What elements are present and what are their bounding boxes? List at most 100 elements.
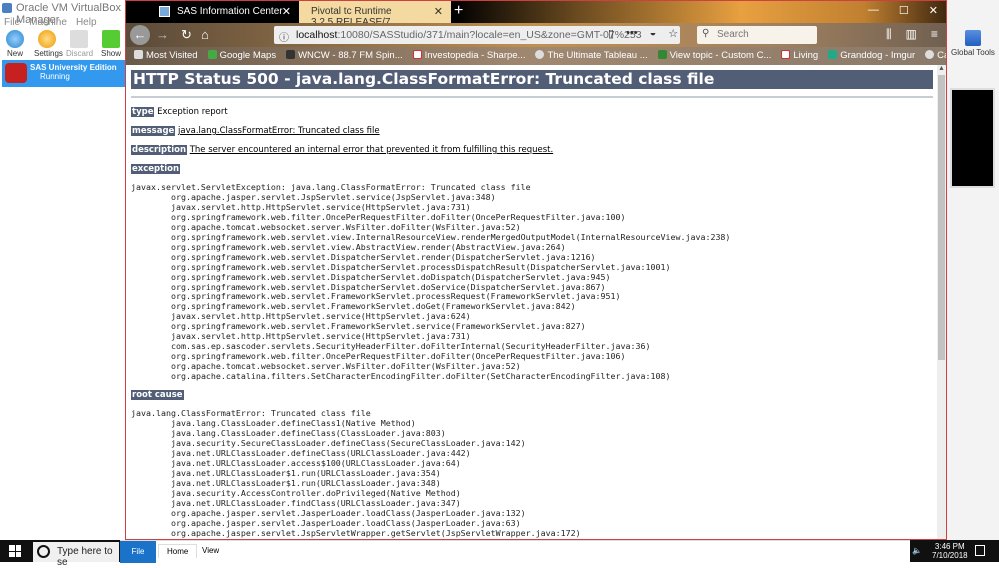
bookmark[interactable]: Living [781,50,818,65]
page-title: HTTP Status 500 - java.lang.ClassFormatE… [131,70,933,89]
close-tab-icon[interactable]: ✕ [434,5,443,18]
minimize-icon[interactable]: — [868,4,879,17]
explorer-ribbon: File Home View [120,540,910,563]
menu-file[interactable]: File [4,17,20,28]
message-value: java.lang.ClassFormatError: Truncated cl… [178,126,380,136]
scroll-up-icon[interactable]: ▲ [938,65,945,72]
taskbar-search-input[interactable]: Type here to se [33,542,119,568]
more-icon[interactable]: ••• [626,27,638,40]
ribbon-tab-view[interactable]: View [194,544,227,557]
search-input[interactable]: ⚲ Search [697,26,817,44]
label: Most Visited [146,50,198,61]
vm-preview [950,88,995,188]
ribbon-tab-home[interactable]: Home [158,544,198,558]
clock[interactable]: 3:46 PM 7/10/2018 [932,542,968,560]
bookmark[interactable]: Granddog - Imgur [828,50,915,65]
label: Google Maps [219,50,277,61]
bookmark[interactable]: Investopedia - Sharpe... [412,50,525,65]
arrow-right-icon [102,30,120,48]
browser-window: SAS Information Center ✕ Pivotal tc Runti… [125,0,947,540]
label: View topic - Custom C... [669,50,772,61]
search-placeholder: Type here to se [57,546,113,568]
label: Living [793,50,819,61]
notifications-icon[interactable] [975,545,985,556]
discard-button[interactable]: Discard [66,30,94,58]
exception-stack-trace: javax.servlet.ServletException: java.lan… [131,182,731,382]
url-path: :10080/SASStudio/371/main?locale=en_US&z… [337,29,642,41]
taskbar: Type here to se [0,540,120,568]
menu-help[interactable]: Help [76,17,97,28]
close-icon[interactable]: ✕ [929,4,938,17]
menu-machine[interactable]: Machine [29,17,67,28]
label: Category:Neighborho... [937,50,946,61]
type-value: Exception report [157,107,228,117]
page-content: HTTP Status 500 - java.lang.ClassFormatE… [126,65,939,539]
search-placeholder: Search [717,29,749,40]
bookmark[interactable]: Category:Neighborho... [925,50,946,65]
vm-name: SAS University Edition [30,63,117,72]
home-icon[interactable]: ⌂ [201,27,209,42]
bookmark[interactable]: WNCW - 88.7 FM Spin... [286,50,403,65]
virtualbox-icon [2,3,12,13]
vm-status: Running [40,72,70,81]
menu-icon[interactable]: ≡ [931,27,938,42]
label: Global Tools [951,48,995,57]
bookmark[interactable]: View topic - Custom C... [657,50,772,65]
vm-icon [5,63,27,83]
reader-view-icon[interactable]: ▯ [608,27,614,40]
label: Discard [66,49,94,58]
back-icon[interactable]: ← [130,25,150,45]
description-label: description [131,145,188,155]
exception-label: exception [131,164,181,174]
close-tab-icon[interactable]: ✕ [282,5,291,18]
bookmark[interactable]: Most Visited [134,50,198,65]
vm-list-item[interactable]: SAS University Edition Running [2,60,125,87]
scrollbar-thumb[interactable] [938,75,945,360]
reload-icon[interactable]: ↻ [181,27,192,43]
bookmark[interactable]: Google Maps [207,50,277,65]
tab-label: SAS Information Center [177,6,283,17]
star-icon[interactable]: ☆ [668,27,678,40]
root-cause-label: root cause [131,390,184,401]
globe-icon [925,50,935,59]
global-tools-button[interactable]: Global Tools [947,30,999,57]
ribbon-tab-file[interactable]: File [120,541,156,563]
new-icon [6,30,24,48]
label: WNCW - 88.7 FM Spin... [298,50,403,61]
description-row: description The server encountered an in… [131,145,933,156]
time: 3:46 PM [934,542,965,551]
windows-start-icon[interactable] [9,545,21,557]
new-tab-icon[interactable]: + [454,2,463,20]
settings-button[interactable]: Settings [34,30,63,58]
forum-icon [657,50,667,59]
message-label: message [131,126,176,136]
gear-icon [134,50,143,59]
sidebar-icon[interactable]: ▥ [906,27,917,42]
pocket-icon[interactable]: ◒ [650,27,657,40]
root-cause-row: root cause [131,390,933,401]
imgur-icon [828,50,838,59]
vertical-scrollbar[interactable]: ▲ [937,65,946,539]
label: New [6,49,23,58]
date: 7/10/2018 [932,551,968,560]
investopedia-icon [412,50,422,59]
tab-bar: SAS Information Center ✕ Pivotal tc Runti… [126,1,946,28]
new-button[interactable]: New [2,30,28,58]
description-value: The server encountered an internal error… [189,145,554,155]
favicon-icon [159,6,170,17]
library-icon[interactable]: ⫼ [886,27,892,42]
message-row: message java.lang.ClassFormatError: Trun… [131,126,933,137]
tab-pivotal[interactable]: Pivotal tc Runtime 3.2.5.RELEASE/7...✕ [299,1,451,28]
tools-icon [965,30,981,46]
tab-sas-information-center[interactable]: SAS Information Center ✕ [151,1,299,23]
info-icon: ⓘ [279,33,289,44]
bookmark[interactable]: The Ultimate Tableau ... [535,50,648,65]
forward-icon[interactable]: → [156,27,169,42]
type-label: type [131,107,155,117]
show-button[interactable]: Show [98,30,124,58]
volume-icon[interactable]: 🔈 [912,546,922,555]
gear-icon [38,30,56,48]
system-tray: 🔈 3:46 PM 7/10/2018 [910,540,999,562]
maximize-icon[interactable]: ☐ [899,4,909,17]
nav-bar: ← → ↻ ⌂ ⓘ localhost:10080/SASStudio/371/m… [126,23,946,47]
